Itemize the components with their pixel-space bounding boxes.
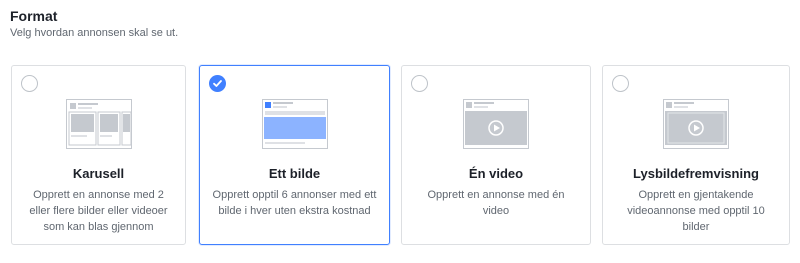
section-title: Format — [10, 8, 58, 24]
slideshow-thumbnail-icon — [663, 99, 729, 149]
card-description: Opprett opptil 6 annonser med ett bilde … — [212, 189, 377, 217]
format-options: Karusell Opprett en annonse med 2 eller … — [11, 65, 791, 247]
card-description: Opprett en annonse med én video — [427, 189, 565, 217]
card-title: Karusell — [72, 166, 125, 181]
radio-button-unchecked[interactable] — [411, 75, 428, 92]
carousel-thumbnail-icon — [66, 99, 132, 149]
card-description: Opprett en annonse med 2 eller flere bil… — [29, 189, 168, 233]
format-card-carousel[interactable]: Karusell Opprett en annonse med 2 eller … — [11, 65, 186, 245]
format-card-slideshow[interactable]: Lysbildefremvisning Opprett en gjentaken… — [602, 65, 790, 245]
radio-button-checked[interactable] — [209, 75, 226, 92]
section-subtitle: Velg hvordan annonsen skal se ut. — [10, 27, 179, 39]
checkmark-icon — [213, 80, 222, 87]
single-image-thumbnail-icon — [262, 99, 328, 149]
format-section: Format Velg hvordan annonsen skal se ut.… — [0, 0, 800, 263]
radio-button-unchecked[interactable] — [21, 75, 38, 92]
card-title: Én video — [468, 166, 524, 181]
card-title: Lysbildefremvisning — [633, 166, 759, 181]
card-title: Ett bilde — [268, 166, 321, 181]
format-header: Format Velg hvordan annonsen skal se ut. — [10, 8, 178, 40]
format-card-single-image[interactable]: Ett bilde Opprett opptil 6 annonser med … — [199, 65, 390, 245]
format-card-single-video[interactable]: Én video Opprett en annonse med én video — [401, 65, 591, 245]
card-description: Opprett en gjentakende videoannonse med … — [627, 189, 765, 233]
single-video-thumbnail-icon — [463, 99, 529, 149]
radio-button-unchecked[interactable] — [612, 75, 629, 92]
